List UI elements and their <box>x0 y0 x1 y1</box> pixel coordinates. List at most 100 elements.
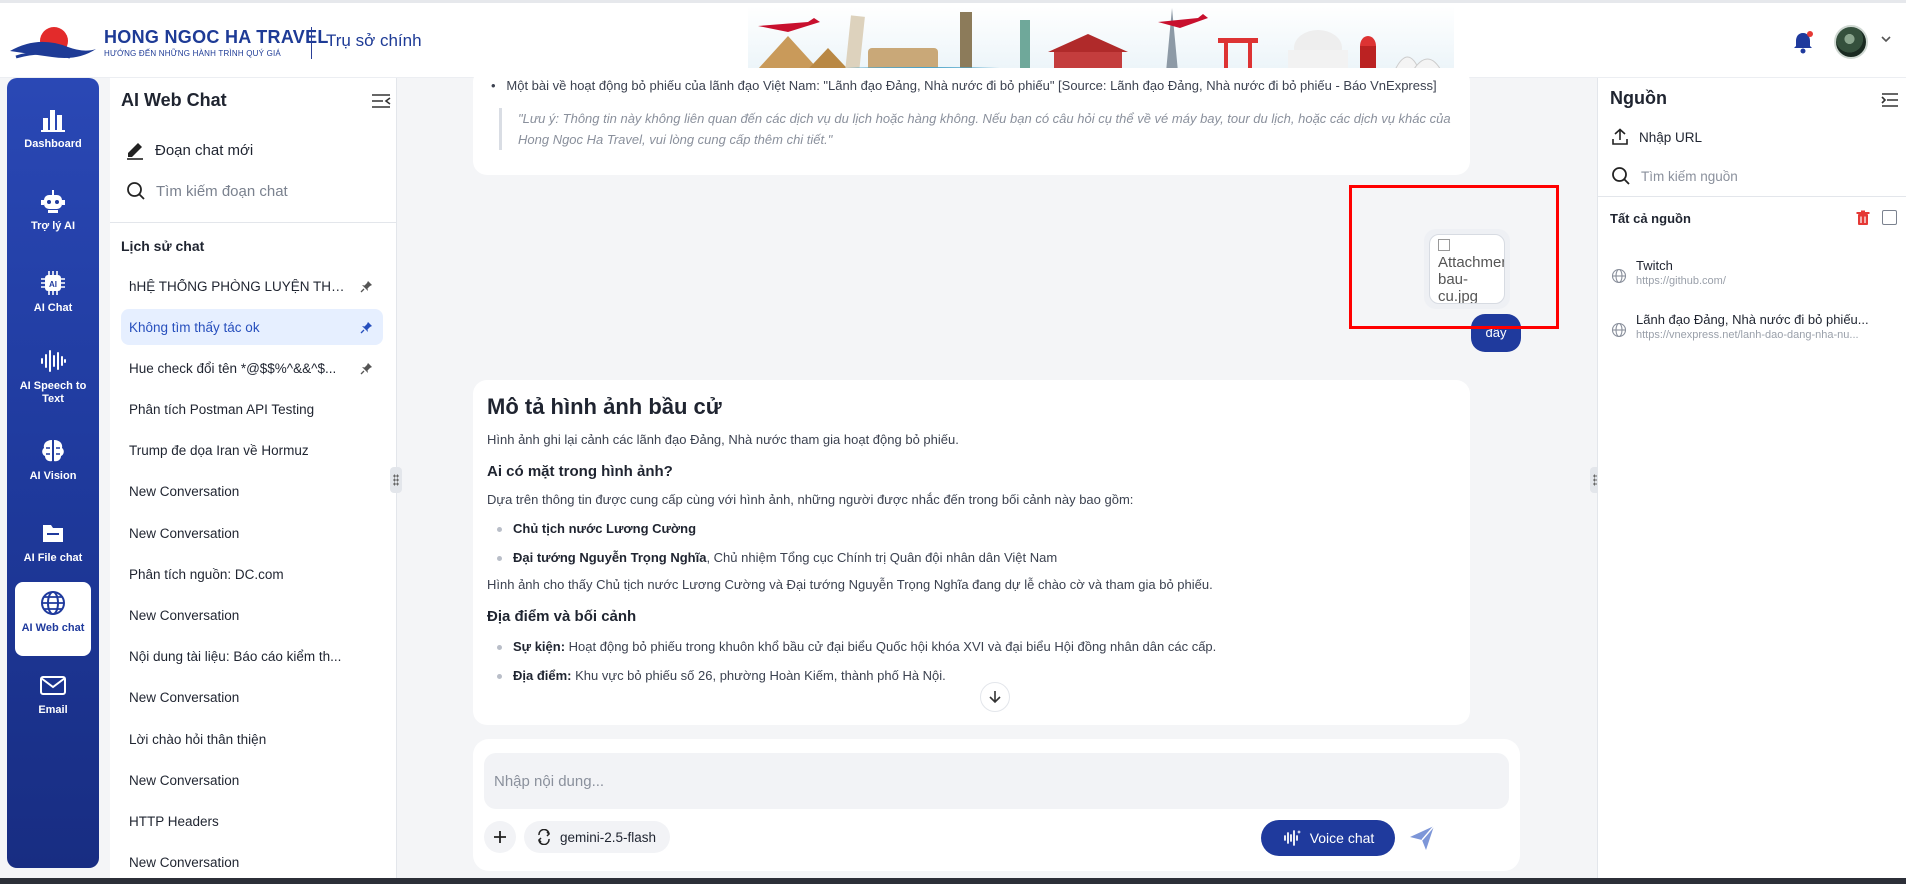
chat-history-item[interactable]: Không tìm thấy tác ok <box>121 309 383 346</box>
brand-tagline: HƯỚNG ĐẾN NHỮNG HÀNH TRÌNH QUÝ GIÁ <box>104 49 281 58</box>
attachment-highlight-box <box>1349 185 1559 329</box>
chat-search-input[interactable]: Tìm kiếm đoạn chat <box>126 179 288 203</box>
person-name: Chủ tịch nước Lương Cường <box>513 521 697 536</box>
add-attachment-button[interactable] <box>484 821 516 853</box>
message-input[interactable] <box>484 753 1509 809</box>
section-heading-who: Ai có mặt trong hình ảnh? <box>487 463 673 480</box>
window-bottom-edge <box>0 878 1906 884</box>
chat-item-label: Hue check đổi tên *@$$%^&&^$... <box>129 360 337 376</box>
nav-ai-chat[interactable]: AI AI Chat <box>15 262 91 336</box>
nav-label: AI Speech to Text <box>19 380 87 405</box>
model-selector[interactable]: gemini-2.5-flash <box>524 821 671 853</box>
folder-icon <box>43 525 63 542</box>
pin-icon[interactable] <box>360 280 373 293</box>
main-sidebar-nav: Dashboard Trợ lý AI AI AI Chat AI Speech… <box>7 78 99 868</box>
context-list-item: Địa điểm: Khu vực bỏ phiếu số 26, phường… <box>487 668 1456 683</box>
panel-title: AI Web Chat <box>121 90 227 110</box>
globe-icon <box>41 591 65 615</box>
trash-icon[interactable] <box>1855 210 1871 226</box>
pin-icon[interactable] <box>360 321 373 334</box>
context-key: Địa điểm: <box>513 668 572 683</box>
nav-label: Email <box>38 704 68 716</box>
divider <box>110 222 397 223</box>
swap-icon <box>537 829 551 845</box>
nav-ai-file-chat[interactable]: AI File chat <box>15 512 91 586</box>
section-heading-place: Địa điểm và bối cảnh <box>487 608 637 625</box>
nav-label: Dashboard <box>24 138 82 150</box>
assistant-answer-card: Mô tả hình ảnh bầu cử Hình ảnh ghi lại c… <box>473 380 1470 725</box>
user-avatar[interactable] <box>1834 25 1868 59</box>
source-url[interactable]: https://vnexpress.net/lanh-dao-dang-nha-… <box>1636 329 1894 341</box>
new-chat-button[interactable]: Đoạn chat mới <box>125 137 253 163</box>
chat-history-item[interactable]: Nội dung tài liệu: Báo cáo kiểm th... <box>121 639 383 675</box>
voice-chat-label: Voice chat <box>1309 830 1375 846</box>
nav-ai-web-chat[interactable]: AI Web chat <box>15 582 91 656</box>
source-name: Twitch <box>1636 258 1673 273</box>
person-name: Đại tướng Nguyễn Trọng Nghĩa <box>513 550 707 565</box>
chat-history-item[interactable]: hHỆ THỐNG PHÒNG LUYỆN THI ... <box>121 268 383 304</box>
collapse-panel-icon[interactable] <box>370 91 392 111</box>
nav-label: AI Web chat <box>21 622 85 634</box>
headquarters-link[interactable]: Trụ sở chính <box>326 31 422 51</box>
import-url-label: Nhập URL <box>1639 129 1703 145</box>
bar-chart-icon <box>41 110 65 132</box>
pin-icon[interactable] <box>360 362 373 375</box>
brand-name: HONG NGOC HA TRAVEL <box>104 27 329 47</box>
send-icon[interactable] <box>1407 823 1437 853</box>
chat-history-item[interactable]: Trump đe dọa Iran về Hormuz <box>121 433 383 469</box>
notification-bell-icon[interactable] <box>1790 29 1816 55</box>
chat-history-item[interactable]: HTTP Headers <box>121 803 383 839</box>
chat-item-label: New Conversation <box>129 855 240 871</box>
source-name: Lãnh đạo Đảng, Nhà nước đi bỏ phiếu... <box>1636 312 1869 327</box>
divider <box>1598 196 1906 197</box>
nav-ai-vision[interactable]: AI Vision <box>15 430 91 504</box>
all-sources-label: Tất cả nguồn <box>1610 211 1691 226</box>
select-all-checkbox[interactable] <box>1882 210 1897 225</box>
chat-item-label: HTTP Headers <box>129 813 219 829</box>
person-list-item: Đại tướng Nguyễn Trọng Nghĩa, Chủ nhiệm … <box>487 550 1456 565</box>
chevron-down-icon[interactable] <box>1880 33 1892 45</box>
chat-item-label: Phân tích Postman API Testing <box>129 402 315 418</box>
waveform-icon <box>41 350 66 372</box>
chat-history-item[interactable]: Lời chào hỏi thân thiện <box>121 721 383 757</box>
search-icon <box>1612 167 1630 185</box>
voice-chat-button[interactable]: Voice chat <box>1261 820 1395 856</box>
import-url-button[interactable]: Nhập URL <box>1611 128 1702 146</box>
nav-ai-speech-to-text[interactable]: AI Speech to Text <box>15 340 91 426</box>
ai-chip-icon: AI <box>41 271 65 295</box>
collapse-sources-icon[interactable] <box>1880 90 1900 110</box>
svg-text:AI: AI <box>49 280 57 289</box>
model-name: gemini-2.5-flash <box>560 829 657 845</box>
chat-history-item[interactable]: New Conversation <box>121 474 383 510</box>
chat-item-label: Nội dung tài liệu: Báo cáo kiểm th... <box>129 649 342 665</box>
chat-history-item[interactable]: New Conversation <box>121 845 383 881</box>
chat-history-item[interactable]: New Conversation <box>121 598 383 634</box>
chat-item-label: hHỆ THỐNG PHÒNG LUYỆN THI ... <box>129 278 347 294</box>
chat-history-item[interactable]: New Conversation <box>121 680 383 716</box>
context-value: Hoạt động bỏ phiếu trong khuôn khổ bầu c… <box>565 639 1217 654</box>
chat-history-item[interactable]: Hue check đổi tên *@$$%^&&^$... <box>121 350 383 386</box>
chat-history-item[interactable]: New Conversation <box>121 762 383 798</box>
header-divider <box>311 27 312 59</box>
chat-history-panel: AI Web Chat Đoạn chat mới Tìm kiếm đoạn … <box>110 78 397 884</box>
scroll-to-bottom-button[interactable] <box>980 682 1010 712</box>
search-icon <box>127 182 145 200</box>
nav-ai-assistant[interactable]: Trợ lý AI <box>15 180 91 254</box>
source-url[interactable]: https://github.com/ <box>1636 275 1894 287</box>
nav-label: AI File chat <box>23 552 83 564</box>
context-list-item: Sự kiện: Hoạt động bỏ phiếu trong khuôn … <box>487 639 1456 654</box>
search-placeholder: Tìm kiếm đoạn chat <box>156 182 288 200</box>
company-logo-icon[interactable] <box>8 21 98 65</box>
nav-label: AI Vision <box>29 470 77 482</box>
chat-history-item[interactable]: Phân tích Postman API Testing <box>121 392 383 428</box>
person-list-item: Chủ tịch nước Lương Cường <box>487 521 1456 536</box>
chat-item-label: Trump đe dọa Iran về Hormuz <box>129 443 309 459</box>
chat-history-item[interactable]: Phân tích nguồn: DC.com <box>121 556 383 592</box>
nav-dashboard[interactable]: Dashboard <box>15 98 91 172</box>
robot-icon <box>41 190 65 213</box>
nav-email[interactable]: Email <box>15 664 91 738</box>
chat-history-item[interactable]: New Conversation <box>121 515 383 551</box>
upload-icon <box>1612 128 1628 145</box>
chat-item-label: Phân tích nguồn: DC.com <box>129 566 284 582</box>
source-search-input[interactable]: Tìm kiếm nguồn <box>1611 166 1738 186</box>
